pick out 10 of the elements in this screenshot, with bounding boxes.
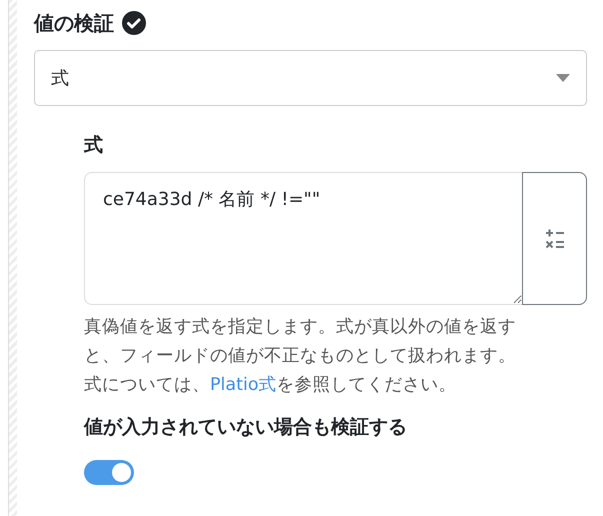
caret-icon: [556, 74, 570, 82]
calculator-icon: [544, 228, 564, 248]
validate-empty-toggle[interactable]: [84, 460, 134, 485]
help-text: 真偽値を返す式を指定します。式が真以外の値を返すと、フィールドの値が不正なものとして扱われます。式については、Platio式を参照してください。: [84, 316, 517, 397]
expression-label: 式: [84, 133, 104, 158]
validation-type-select[interactable]: 式: [34, 50, 587, 106]
expression-field[interactable]: ce74a33d /* 名前 */ !="": [84, 172, 522, 305]
section-title: 値の検証: [34, 10, 114, 36]
calculator-button[interactable]: [522, 172, 587, 305]
validate-empty-label: 値が入力されていない場合も検証する: [84, 415, 408, 440]
